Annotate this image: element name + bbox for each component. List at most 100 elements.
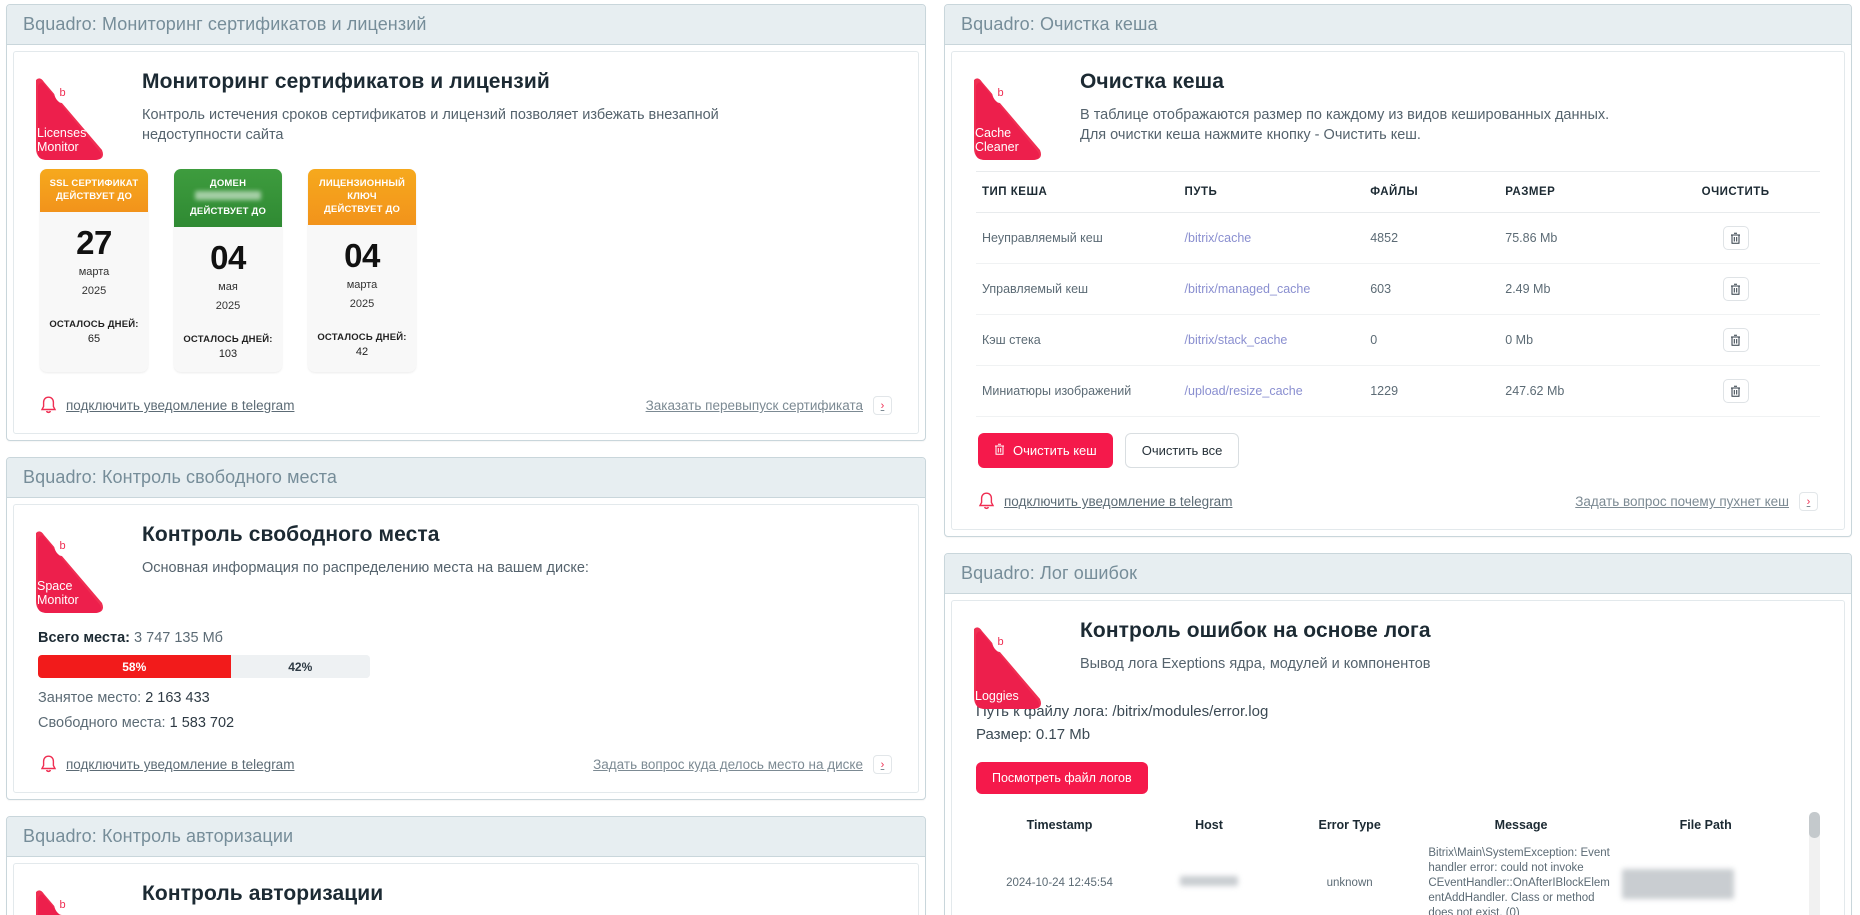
panel-licenses-body: b Licenses Monitor Мониторинг сертификат… [7, 51, 925, 434]
log-col-file-path: File Path [1679, 818, 1732, 832]
cache-head-block: Очистка кеша В таблице отображаются разм… [1080, 70, 1820, 145]
panel-auth-title: Bquadro: Контроль авторизации [7, 817, 925, 857]
space-used-value: 2 163 433 [145, 690, 210, 706]
space-free-row: Свободного места: 1 583 702 [38, 715, 894, 731]
space-subtitle: Основная информация по распределению мес… [142, 560, 589, 576]
auth-badge-icon: b Control Auth [32, 888, 110, 915]
space-total-label: Всего места: [38, 630, 130, 646]
cache-cell-path[interactable]: /bitrix/cache [1185, 231, 1252, 245]
auth-head-block: Контроль авторизации Список авторизаций … [142, 882, 894, 915]
log-col-timestamp: Timestamp [1026, 818, 1093, 832]
cache-telegram-label: подключить уведомление в telegram [1004, 494, 1233, 509]
cache-actions: Очистить кеш Очистить все [976, 417, 1820, 472]
certificate-card-header: SSL СЕРТИФИКАТ ДЕЙСТВУЕТ ДО [40, 169, 148, 212]
space-telegram-link[interactable]: подключить уведомление в telegram [40, 755, 294, 774]
trash-icon [994, 443, 1005, 459]
certificate-card[interactable]: ЛИЦЕНЗИОННЫЙ КЛЮЧ ДЕЙСТВУЕТ ДО 04 марта … [308, 169, 416, 372]
cache-cell-files: 603 [1364, 263, 1500, 315]
chevron-right-icon[interactable]: › [873, 755, 892, 774]
cache-cell-type: Миниатюры изображений [976, 365, 1179, 417]
certificate-card-day: 04 [210, 239, 246, 276]
cache-telegram-link[interactable]: подключить уведомление в telegram [978, 492, 1232, 511]
space-telegram-label: подключить уведомление в telegram [66, 757, 295, 772]
view-log-button[interactable]: Посмотреть файл логов [976, 762, 1148, 794]
log-cell-error-type: unknown [1326, 877, 1373, 889]
log-col-host: Host [1195, 818, 1223, 832]
chevron-right-icon[interactable]: › [873, 396, 892, 415]
space-badge-line1: Space [37, 579, 73, 593]
licenses-telegram-label: подключить уведомление в telegram [66, 398, 295, 413]
table-row: Управляемый кеш /bitrix/managed_cache 60… [976, 263, 1820, 315]
log-heading: Контроль ошибок на основе лога [1080, 619, 1431, 642]
certificate-card-label: SSL СЕРТИФИКАТ [49, 178, 139, 189]
clear-cache-button[interactable]: Очистить кеш [978, 433, 1113, 468]
cache-badge-line1: Cache [975, 126, 1012, 140]
cache-subtitle: В таблице отображаются размер по каждому… [1080, 105, 1720, 145]
certificate-card[interactable]: SSL СЕРТИФИКАТ ДЕЙСТВУЕТ ДО 27 марта 202… [40, 169, 148, 372]
chevron-right-icon[interactable]: › [1799, 492, 1818, 511]
certificate-card-month: марта [346, 279, 378, 291]
bell-icon [40, 396, 57, 415]
licenses-head-block: Мониторинг сертификатов и лицензий Контр… [142, 70, 894, 145]
certificate-card-header: ЛИЦЕНЗИОННЫЙ КЛЮЧ ДЕЙСТВУЕТ ДО [308, 169, 416, 225]
cache-ask-label: Задать вопрос почему пухнет кеш [1575, 494, 1789, 509]
bell-icon [978, 492, 995, 511]
table-row: Миниатюры изображений /upload/resize_cac… [976, 365, 1820, 417]
certificate-card-days-left: 42 [355, 346, 369, 358]
certificate-card-label: ЛИЦЕНЗИОННЫЙ КЛЮЧ [318, 178, 406, 202]
cache-cell-path[interactable]: /bitrix/stack_cache [1185, 333, 1288, 347]
licenses-ask-link[interactable]: Заказать перевыпуск сертификата › [646, 396, 892, 415]
certificate-card-header: ДОМЕН ДЕЙСТВУЕТ ДО [174, 169, 282, 227]
trash-icon[interactable] [1722, 328, 1749, 352]
right-column: Bquadro: Очистка кеша b Cache Cleaner Оч… [944, 4, 1852, 915]
log-inner: b Loggies Контроль ошибок на основе лога… [951, 600, 1845, 915]
cache-badge-line2: Cleaner [975, 139, 1019, 154]
clear-all-button[interactable]: Очистить все [1124, 433, 1240, 468]
cache-cell-type: Управляемый кеш [976, 263, 1179, 315]
panel-cache-title: Bquadro: Очистка кеша [945, 5, 1851, 45]
space-usage-free: 42% [230, 655, 370, 678]
log-table: Timestamp Host Error Type Message File P… [976, 812, 1820, 915]
panel-auth-control: Bquadro: Контроль авторизации b Control … [6, 816, 926, 915]
certificate-card-month: мая [218, 281, 238, 293]
space-usage-bar: 58% 42% [38, 655, 370, 678]
log-file-size: Размер: 0.17 Mb [976, 726, 1091, 743]
log-cell-file-path [1618, 842, 1794, 915]
space-used-label: Занятое место: [38, 690, 142, 706]
cache-cell-path[interactable]: /upload/resize_cache [1185, 384, 1303, 398]
trash-icon[interactable] [1722, 277, 1749, 301]
log-table-scrollbar[interactable] [1809, 812, 1820, 915]
licenses-badge-line1: Licenses [37, 126, 87, 140]
panel-space-title: Bquadro: Контроль свободного места [7, 458, 925, 498]
licenses-badge-text: Licenses Monitor [37, 126, 87, 154]
certificate-card-masked-domain [195, 191, 261, 200]
panel-cache-body: b Cache Cleaner Очистка кеша В таблице о… [945, 51, 1851, 530]
space-total-row: Всего места: 3 747 135 Мб [38, 630, 894, 646]
licenses-telegram-link[interactable]: подключить уведомление в telegram [40, 396, 294, 415]
log-head-block: Контроль ошибок на основе лога Вывод лог… [1080, 619, 1820, 674]
cache-ask-link[interactable]: Задать вопрос почему пухнет кеш › [1575, 492, 1818, 511]
licenses-subtitle: Контроль истечения сроков сертификатов и… [142, 107, 719, 143]
log-scrollbar-thumb[interactable] [1809, 812, 1820, 838]
cache-cell-path[interactable]: /bitrix/managed_cache [1185, 282, 1311, 296]
panel-log-title: Bquadro: Лог ошибок [945, 554, 1851, 594]
log-path-block: Путь к файлу лога: /bitrix/modules/error… [976, 700, 1820, 746]
auth-heading: Контроль авторизации [142, 882, 384, 905]
cache-col-files: ФАЙЛЫ [1364, 171, 1500, 213]
space-total-value: 3 747 135 Мб [134, 630, 223, 646]
trash-icon[interactable] [1722, 379, 1749, 403]
clear-cache-label: Очистить кеш [1013, 443, 1097, 458]
cache-cell-size: 75.86 Mb [1499, 212, 1652, 264]
cache-table-header-row: ТИП КЕША ПУТЬ ФАЙЛЫ РАЗМЕР ОЧИСТИТЬ [976, 171, 1820, 213]
space-badge-icon: b Space Monitor [32, 529, 110, 617]
log-cell-host [1143, 842, 1275, 915]
space-footer: подключить уведомление в telegram Задать… [38, 741, 894, 782]
certificate-card[interactable]: ДОМЕН ДЕЙСТВУЕТ ДО 04 мая 2025 ОСТАЛОСЬ … [174, 169, 282, 372]
certificate-card-day: 27 [76, 224, 112, 261]
log-table-header-row: Timestamp Host Error Type Message File P… [976, 812, 1820, 842]
trash-icon[interactable] [1722, 226, 1749, 250]
left-column: Bquadro: Мониторинг сертификатов и лицен… [6, 4, 926, 915]
space-ask-link[interactable]: Задать вопрос куда делось место на диске… [593, 755, 892, 774]
licenses-badge-line2: Monitor [37, 139, 79, 154]
certificate-card-label2: ДЕЙСТВУЕТ ДО [323, 204, 401, 215]
